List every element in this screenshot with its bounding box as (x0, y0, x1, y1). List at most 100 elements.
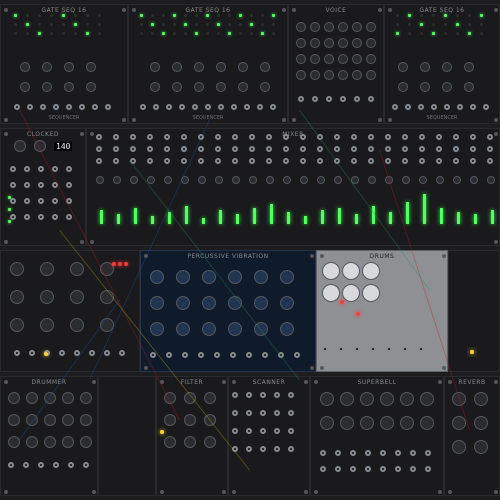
fader-slider[interactable] (321, 210, 324, 224)
fader-slider[interactable] (117, 214, 120, 224)
jack-icon[interactable] (354, 346, 360, 352)
knob-icon[interactable] (70, 262, 84, 276)
jack-icon[interactable] (130, 146, 136, 152)
jack-icon[interactable] (368, 146, 374, 152)
fader-slider[interactable] (219, 210, 222, 224)
jack-icon[interactable] (402, 158, 408, 164)
knob-icon[interactable] (150, 322, 164, 336)
jack-icon[interactable] (244, 104, 250, 110)
jack-icon[interactable] (27, 104, 33, 110)
knob-icon[interactable] (464, 82, 474, 92)
jack-icon[interactable] (166, 352, 172, 358)
jack-icon[interactable] (453, 158, 459, 164)
knob-icon[interactable] (184, 436, 196, 448)
knob-icon[interactable] (340, 392, 354, 406)
jack-icon[interactable] (205, 104, 211, 110)
jack-icon[interactable] (470, 158, 476, 164)
jack-icon[interactable] (29, 350, 35, 356)
knob-icon[interactable] (310, 54, 320, 64)
jack-icon[interactable] (368, 158, 374, 164)
knob-icon[interactable] (338, 54, 348, 64)
knob-icon[interactable] (26, 392, 38, 404)
knob-icon[interactable] (70, 318, 84, 332)
jack-icon[interactable] (418, 346, 424, 352)
knob-icon[interactable] (324, 70, 334, 80)
jack-icon[interactable] (335, 450, 341, 456)
knob-icon[interactable] (322, 284, 340, 302)
jack-icon[interactable] (335, 466, 341, 472)
jack-icon[interactable] (83, 462, 89, 468)
knob-icon[interactable] (42, 62, 52, 72)
jack-icon[interactable] (370, 346, 376, 352)
jack-icon[interactable] (274, 428, 280, 434)
knob-icon[interactable] (254, 270, 268, 284)
jack-icon[interactable] (392, 104, 398, 110)
jack-icon[interactable] (249, 146, 255, 152)
jack-icon[interactable] (147, 134, 153, 140)
jack-icon[interactable] (14, 350, 20, 356)
knob-icon[interactable] (322, 262, 340, 280)
jack-icon[interactable] (350, 450, 356, 456)
knob-icon[interactable] (310, 38, 320, 48)
knob-icon[interactable] (113, 176, 121, 184)
knob-icon[interactable] (40, 262, 54, 276)
knob-icon[interactable] (80, 436, 92, 448)
knob-icon[interactable] (150, 296, 164, 310)
fader-slider[interactable] (338, 208, 341, 224)
fader-slider[interactable] (236, 214, 239, 224)
knob-icon[interactable] (266, 176, 274, 184)
knob-icon[interactable] (260, 62, 270, 72)
jack-icon[interactable] (260, 410, 266, 416)
knob-icon[interactable] (20, 62, 30, 72)
knob-icon[interactable] (202, 296, 216, 310)
knob-icon[interactable] (352, 38, 362, 48)
knob-icon[interactable] (64, 62, 74, 72)
knob-icon[interactable] (202, 322, 216, 336)
jack-icon[interactable] (260, 446, 266, 452)
knob-icon[interactable] (172, 82, 182, 92)
knob-icon[interactable] (42, 82, 52, 92)
jack-icon[interactable] (487, 146, 493, 152)
knob-icon[interactable] (474, 416, 488, 430)
jack-icon[interactable] (270, 104, 276, 110)
fader-slider[interactable] (491, 210, 494, 224)
jack-icon[interactable] (24, 214, 30, 220)
jack-icon[interactable] (410, 450, 416, 456)
jack-icon[interactable] (79, 104, 85, 110)
jack-icon[interactable] (192, 104, 198, 110)
jack-icon[interactable] (300, 134, 306, 140)
jack-icon[interactable] (52, 166, 58, 172)
fader-slider[interactable] (355, 214, 358, 224)
knob-icon[interactable] (228, 322, 242, 336)
fader-slider[interactable] (406, 202, 409, 224)
jack-icon[interactable] (266, 134, 272, 140)
knob-icon[interactable] (296, 70, 306, 80)
jack-icon[interactable] (218, 104, 224, 110)
knob-icon[interactable] (487, 176, 495, 184)
knob-icon[interactable] (474, 392, 488, 406)
jack-icon[interactable] (487, 158, 493, 164)
jack-icon[interactable] (326, 96, 332, 102)
jack-icon[interactable] (395, 466, 401, 472)
knob-icon[interactable] (310, 22, 320, 32)
jack-icon[interactable] (368, 96, 374, 102)
knob-icon[interactable] (283, 176, 291, 184)
knob-icon[interactable] (130, 176, 138, 184)
knob-icon[interactable] (216, 82, 226, 92)
jack-icon[interactable] (283, 158, 289, 164)
jack-icon[interactable] (419, 158, 425, 164)
knob-icon[interactable] (452, 416, 466, 430)
knob-icon[interactable] (70, 290, 84, 304)
knob-icon[interactable] (176, 322, 190, 336)
jack-icon[interactable] (402, 346, 408, 352)
knob-icon[interactable] (366, 38, 376, 48)
jack-icon[interactable] (38, 214, 44, 220)
jack-icon[interactable] (38, 198, 44, 204)
jack-icon[interactable] (89, 350, 95, 356)
jack-icon[interactable] (113, 158, 119, 164)
knob-icon[interactable] (260, 82, 270, 92)
jack-icon[interactable] (53, 462, 59, 468)
knob-icon[interactable] (317, 176, 325, 184)
fader-slider[interactable] (474, 214, 477, 224)
fader-slider[interactable] (151, 216, 154, 224)
